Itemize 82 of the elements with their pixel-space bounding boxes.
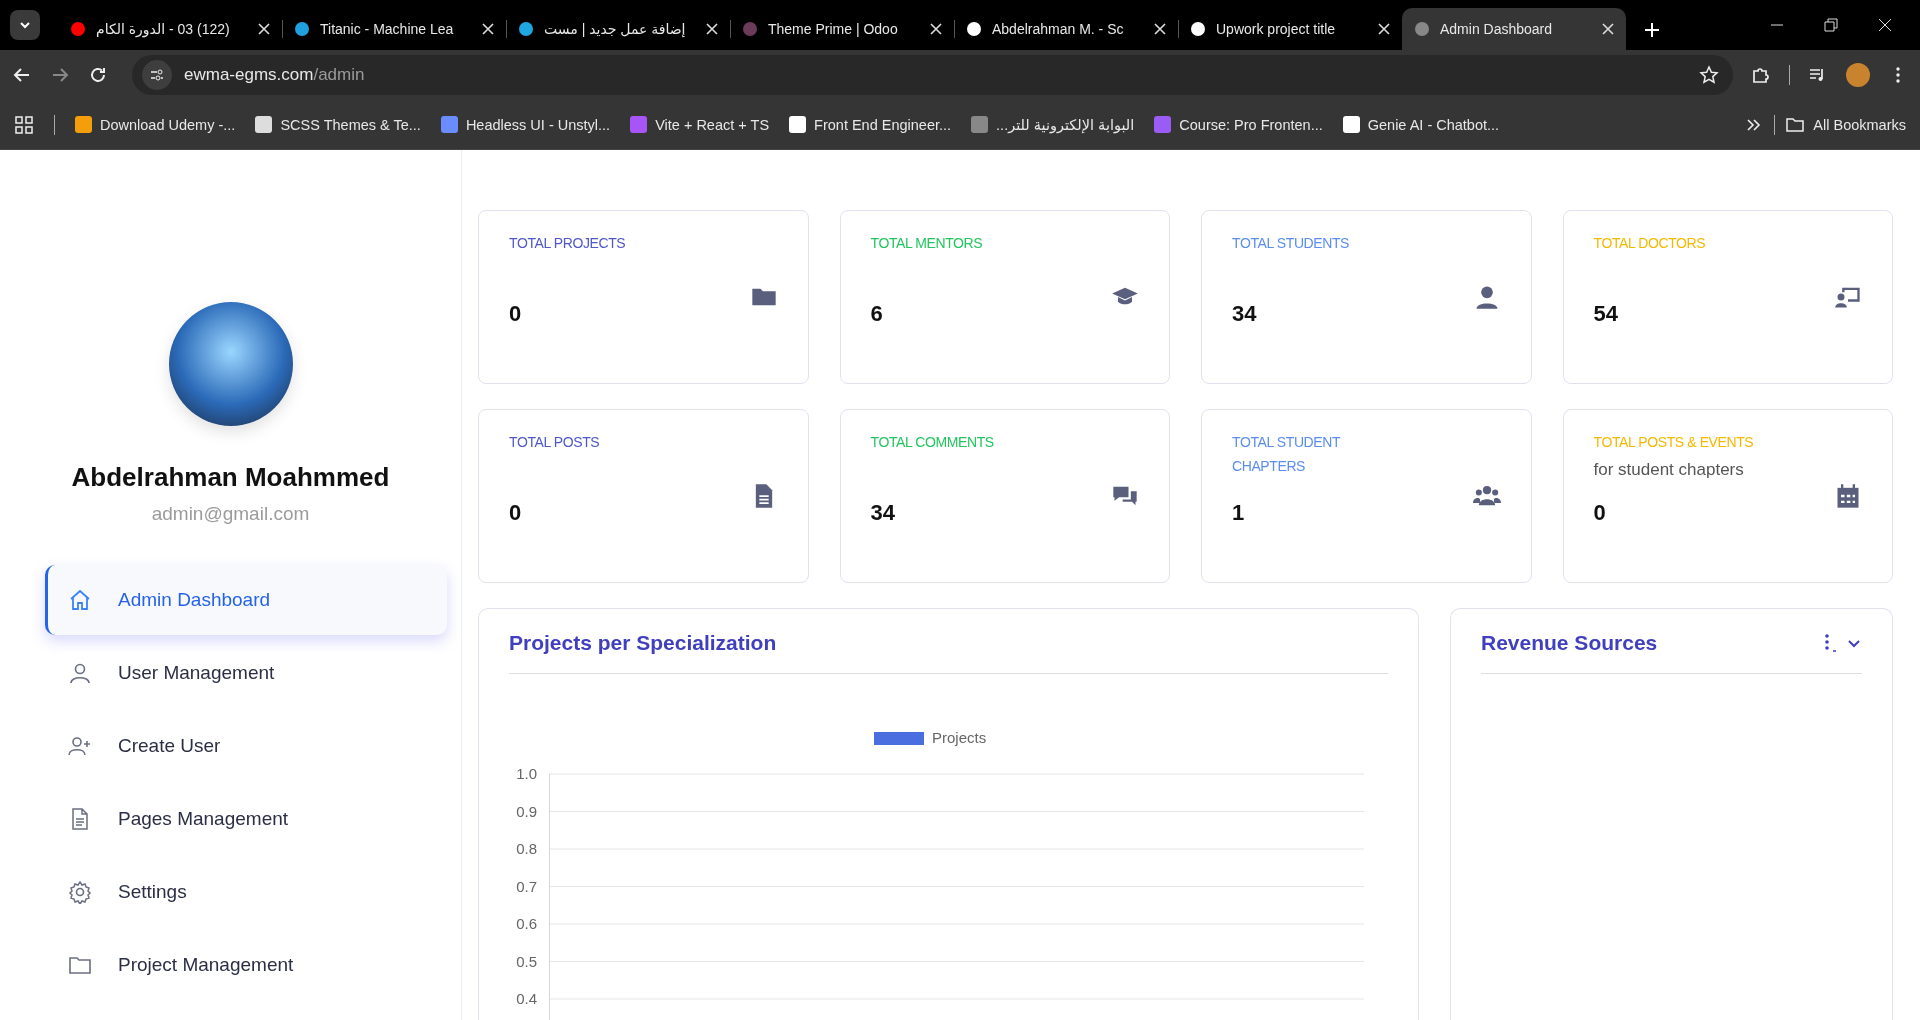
star-icon[interactable] xyxy=(1699,65,1719,85)
user-email: admin@gmail.com xyxy=(151,503,310,525)
sidebar-item[interactable]: Pages Management xyxy=(45,784,447,854)
stat-label: TOTAL MENTORS xyxy=(870,234,984,253)
stat-value: 54 xyxy=(1593,301,1619,327)
browser-tab[interactable]: Abdelrahman M. - Sc xyxy=(954,8,1178,50)
bookmark[interactable]: Vite + React + TS xyxy=(630,116,770,133)
bookmark[interactable]: Front End Engineer... xyxy=(789,116,952,133)
stat-value: 34 xyxy=(870,500,896,526)
sidebar-item[interactable]: Admin Dashboard xyxy=(45,565,447,635)
settings-icon xyxy=(68,880,92,904)
stat-label: TOTAL POSTS xyxy=(509,433,601,452)
sidebar-item[interactable]: User Management xyxy=(45,638,447,708)
reload-icon[interactable] xyxy=(88,65,108,85)
close-icon[interactable] xyxy=(706,23,718,35)
legend-label: Projects xyxy=(932,732,987,746)
sidebar-item[interactable]: Create User xyxy=(45,711,447,781)
browser-tab[interactable]: (122) 03 - الدورة الكام xyxy=(58,8,282,50)
y-tick-label: 0.6 xyxy=(516,915,537,932)
y-tick-label: 0.9 xyxy=(516,802,537,820)
browser-tab[interactable]: Titanic - Machine Lea xyxy=(282,8,506,50)
bookmark[interactable]: البوابة الإلكترونية للتر... xyxy=(971,116,1135,133)
close-icon[interactable] xyxy=(1378,23,1390,35)
more-options-icon[interactable] xyxy=(1822,633,1838,653)
browser-tab[interactable]: إضافة عمل جديد | مست xyxy=(506,8,730,50)
stat-label: TOTAL POSTS & EVENTS xyxy=(1593,433,1755,452)
site-settings-icon[interactable] xyxy=(149,67,165,83)
stat-value: 34 xyxy=(1232,301,1258,327)
site-icon xyxy=(70,21,86,37)
stat-subtitle: for student chapters xyxy=(1593,460,1745,480)
apps-grid-icon[interactable] xyxy=(14,114,34,135)
y-tick-label: 1.0 xyxy=(516,765,537,782)
browser-tab[interactable]: Theme Prime | Odoo xyxy=(730,8,954,50)
site-icon xyxy=(294,21,310,37)
profile-avatar[interactable] xyxy=(1846,63,1870,87)
y-tick-label: 0.8 xyxy=(516,840,537,857)
home-icon xyxy=(68,588,92,612)
card-title: Revenue Sources xyxy=(1481,631,1659,655)
stat-label: TOTAL STUDENT CHAPTERS xyxy=(1232,433,1342,476)
close-icon[interactable] xyxy=(1154,23,1166,35)
sidebar-item[interactable]: Settings xyxy=(45,857,447,927)
browser-tab[interactable]: Admin Dashboard xyxy=(1402,8,1626,50)
new-tab-icon[interactable] xyxy=(1644,22,1660,38)
stat-value: 6 xyxy=(870,301,884,327)
tab-search-button[interactable] xyxy=(10,10,40,40)
user-icon xyxy=(68,661,92,685)
stat-label: TOTAL COMMENTS xyxy=(870,433,995,452)
user-name: Abdelrahman Moahmmed xyxy=(71,462,390,493)
bookmark[interactable]: Headless UI - Unstyl... xyxy=(440,116,611,133)
sidebar-item[interactable]: Project Management xyxy=(45,930,447,1000)
close-icon[interactable] xyxy=(482,23,494,35)
site-icon xyxy=(742,21,758,37)
chevron-down-icon[interactable] xyxy=(19,19,31,31)
y-tick-label: 0.5 xyxy=(516,952,537,970)
add-user-icon xyxy=(68,734,92,758)
bookmark[interactable]: SCSS Themes & Te... xyxy=(255,116,421,133)
bookmark[interactable]: Course: Pro Fronten... xyxy=(1154,116,1323,133)
restore-icon[interactable] xyxy=(1824,18,1838,32)
site-icon xyxy=(1190,21,1206,37)
stat-label: TOTAL DOCTORS xyxy=(1593,234,1707,253)
card-title: Projects per Specialization xyxy=(509,631,778,655)
close-icon[interactable] xyxy=(930,23,942,35)
address-bar[interactable]: ewma-egms.com/admin xyxy=(132,55,1733,95)
site-icon xyxy=(518,21,534,37)
y-tick-label: 0.7 xyxy=(516,877,537,895)
site-icon xyxy=(1414,21,1430,37)
close-icon[interactable] xyxy=(258,23,270,35)
browser-tab[interactable]: Upwork project title xyxy=(1178,8,1402,50)
stat-value: 0 xyxy=(509,500,523,526)
stat-label: TOTAL PROJECTS xyxy=(509,234,627,253)
stat-value: 0 xyxy=(509,301,523,327)
stat-value: 0 xyxy=(1593,500,1607,526)
close-icon[interactable] xyxy=(1878,18,1892,32)
y-tick-label: 0.4 xyxy=(516,990,537,1007)
site-icon xyxy=(966,21,982,37)
stat-label: TOTAL STUDENTS xyxy=(1232,234,1351,253)
close-icon[interactable] xyxy=(1602,23,1614,35)
puzzle-icon[interactable] xyxy=(1751,65,1771,85)
bookmark[interactable]: Download Udemy -... xyxy=(75,116,236,133)
bookmark[interactable]: Genie AI - Chatbot... xyxy=(1342,116,1500,133)
stat-value: 1 xyxy=(1232,500,1246,526)
all-bookmarks-button[interactable]: All Bookmarks xyxy=(1785,114,1906,135)
